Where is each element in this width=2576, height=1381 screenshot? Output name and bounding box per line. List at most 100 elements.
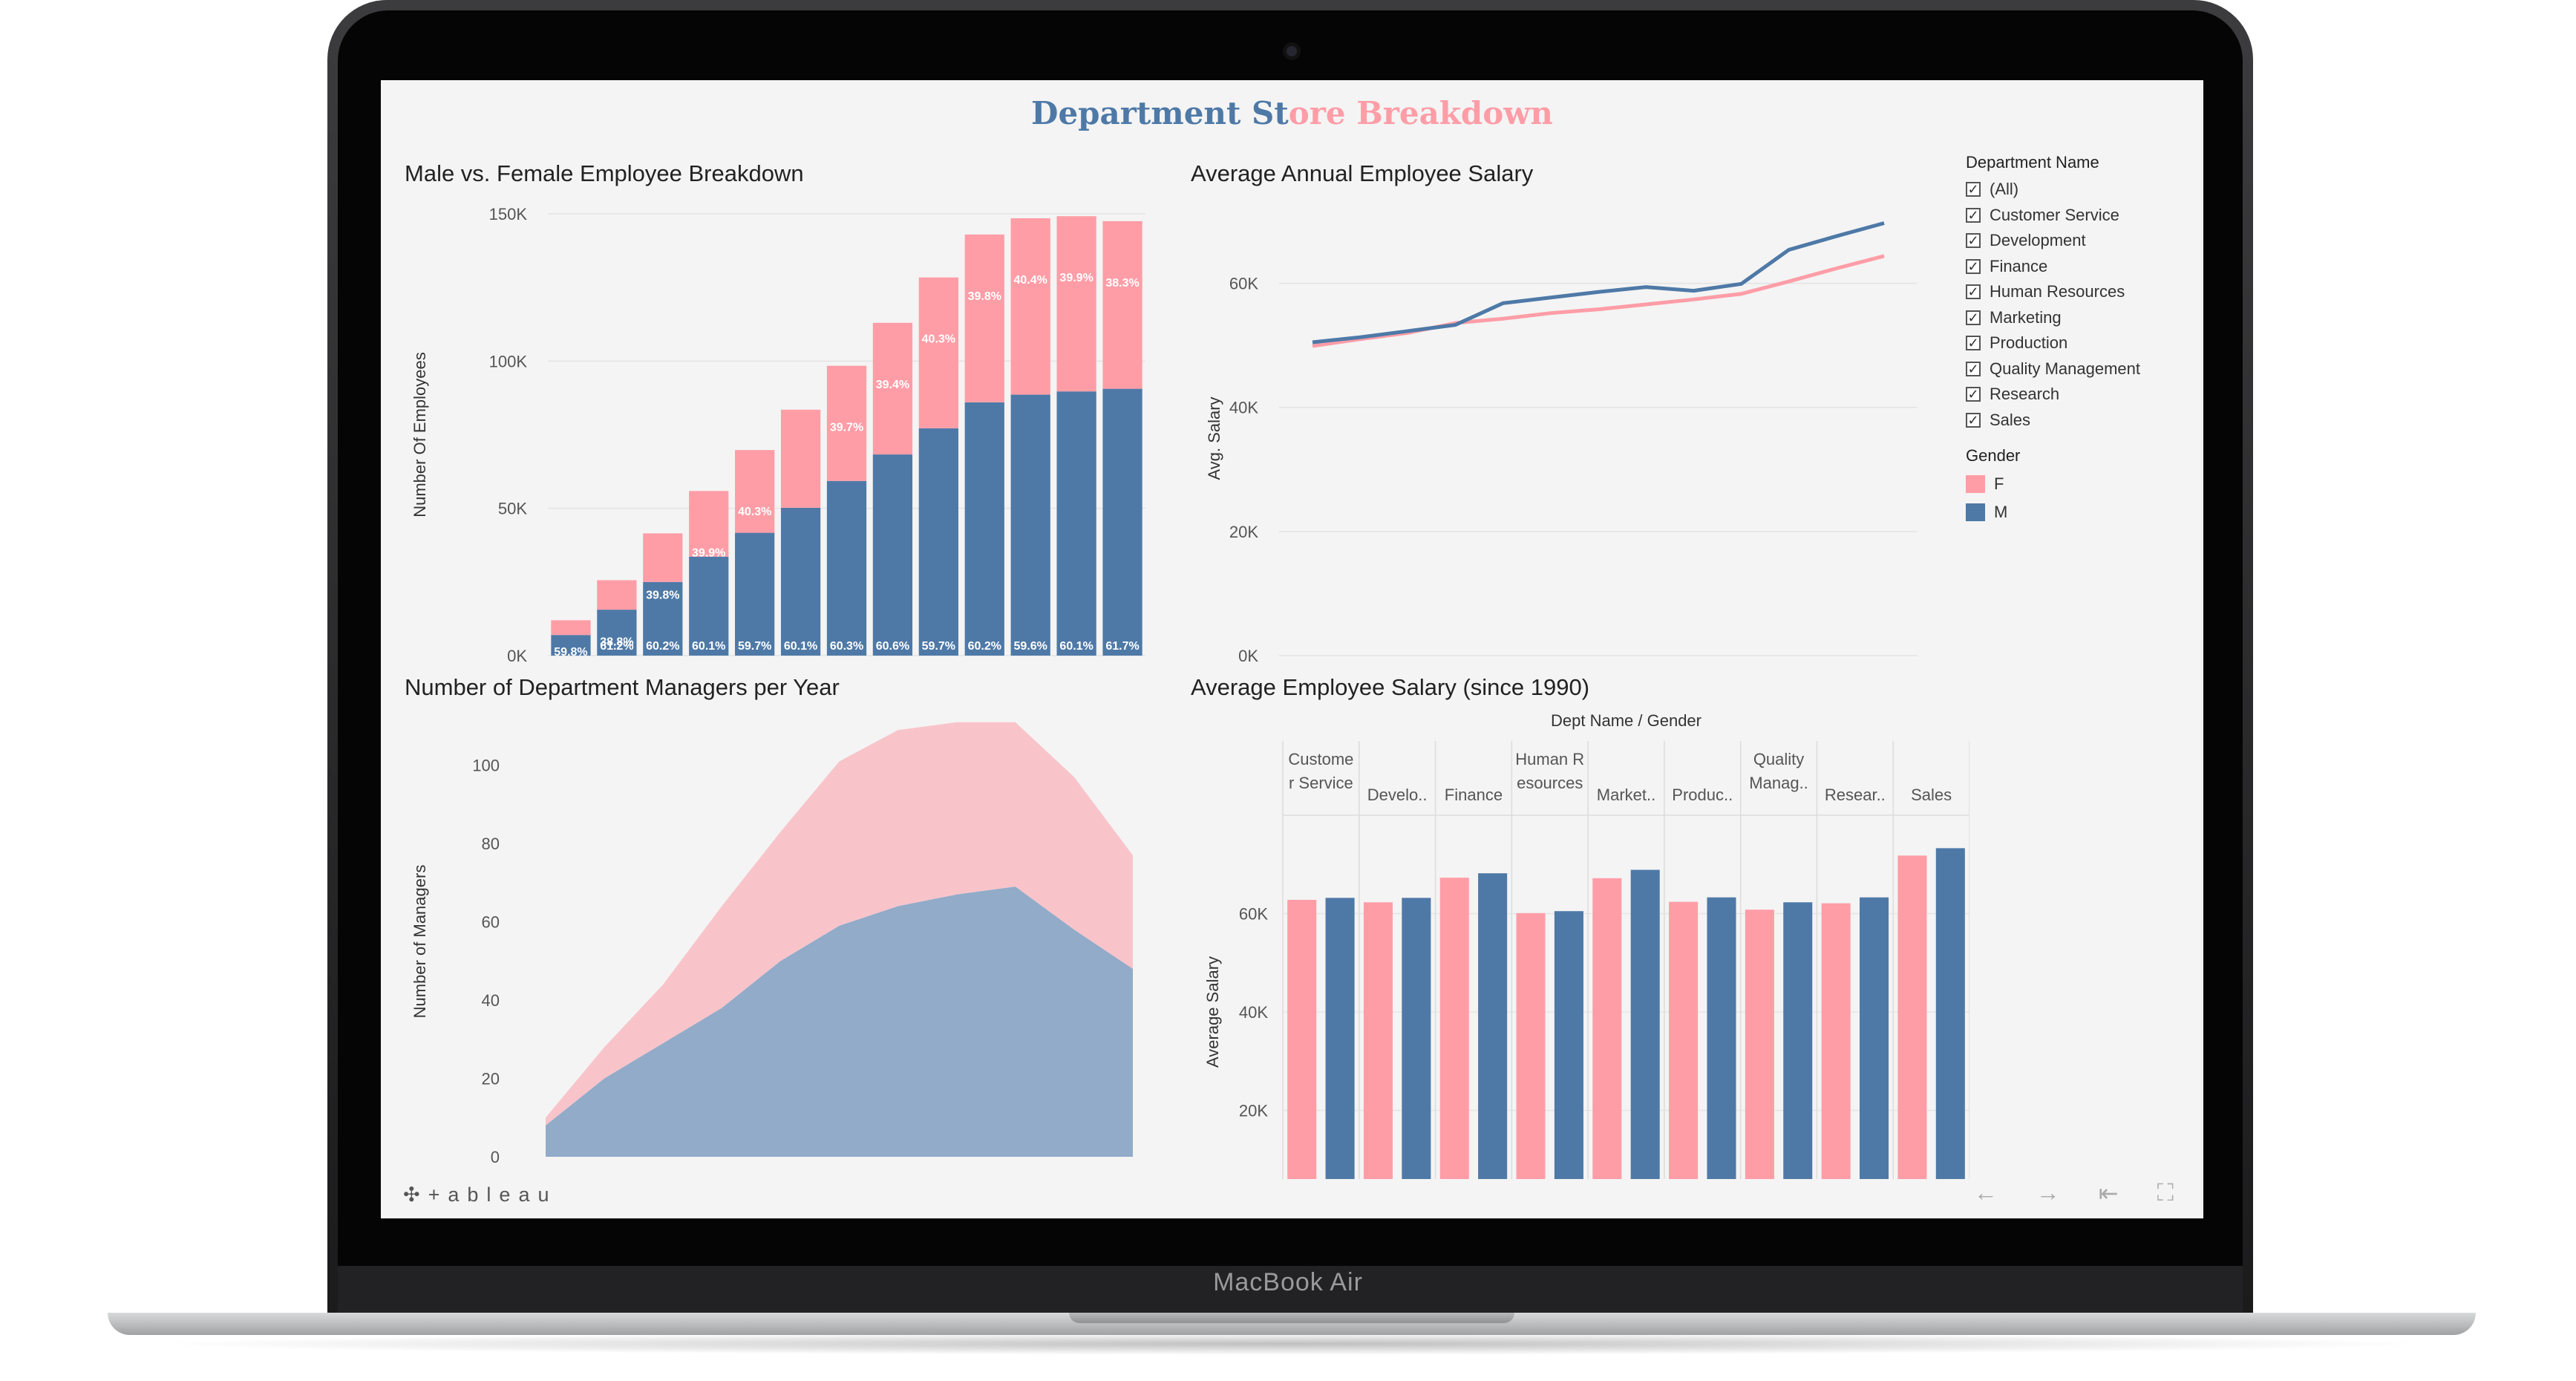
y-tick-label: 80 [482, 835, 500, 853]
camera-icon [1287, 46, 1297, 56]
dept-filter-item[interactable]: ✓ Quality Management [1966, 356, 2140, 382]
dept-header-label: Finance [1445, 786, 1503, 804]
bar-female [964, 234, 1004, 402]
bar-female [1897, 855, 1927, 1179]
line-series-m [1312, 221, 1885, 345]
gender-legend-item[interactable]: F [1966, 470, 2140, 498]
tableau-dashboard: Department Store Breakdown Male vs. Fema… [381, 80, 2203, 1218]
dept-filter-item[interactable]: ✓ Human Resources [1966, 279, 2140, 305]
dept-filter-item[interactable]: ✓ Customer Service [1966, 203, 2140, 229]
data-label: 60.1% [692, 640, 725, 653]
dept-filter-item[interactable]: ✓ Sales [1966, 408, 2140, 434]
dept-filter-item[interactable]: ✓ Production [1966, 330, 2140, 356]
checkbox-icon[interactable]: ✓ [1966, 284, 1981, 300]
y-tick-label: 0K [1238, 647, 1258, 665]
checkbox-icon[interactable]: ✓ [1966, 361, 1981, 376]
checkbox-icon[interactable]: ✓ [1966, 182, 1981, 197]
dept-salary-chart[interactable]: Dept Name / Gender0K20K40K60KCustomer Se… [1168, 704, 1969, 1179]
dept-filter-item[interactable]: ✓ Marketing [1966, 305, 2140, 331]
checkbox-icon[interactable]: ✓ [1966, 310, 1981, 325]
checkbox-icon[interactable]: ✓ [1966, 387, 1981, 402]
data-label: 40.3% [922, 333, 955, 346]
y-tick-label: 100 [472, 757, 500, 775]
checkbox-icon[interactable]: ✓ [1966, 207, 1981, 223]
bar-female [1516, 912, 1546, 1179]
managers-chart[interactable]: 0 20 40 60 80 100 1990 1991 1992 1993 1994 1995 1996… [381, 704, 1183, 1179]
dept-filter-label: Research [1990, 385, 2060, 404]
dept-filter-label: Marketing [1990, 307, 2062, 327]
x-tick-label: 1991 [586, 1178, 623, 1179]
dept-header-label: Sales [1911, 786, 1952, 804]
bar-female [735, 450, 775, 533]
dept-filter-list: ✓ (All) ✓ Customer Service ✓ Development ✓ Fina… [1966, 177, 2140, 433]
bar-male [918, 428, 958, 656]
dept-filter-item[interactable]: ✓ Development [1966, 228, 2140, 254]
data-label: 60.6% [876, 640, 909, 653]
laptop-notch [1069, 1313, 1514, 1323]
managers-title: Number of Department Managers per Year [405, 674, 840, 700]
bar-male [1478, 873, 1508, 1179]
dept-filter-label: Sales [1990, 410, 2031, 429]
filters-panel: Department Name ✓ (All) ✓ Customer Service ✓… [1966, 153, 2140, 526]
dept-filter-item[interactable]: ✓ Finance [1966, 254, 2140, 280]
bar-female [1439, 878, 1469, 1179]
bar-female [918, 277, 958, 428]
gender-breakdown-chart[interactable]: 0K50K100K150K59.8% 61.2%38.8% 60.2%39.8%60… [381, 192, 1183, 667]
tableau-logo-text: +ableau [428, 1184, 558, 1206]
gender-legend-item[interactable]: M [1966, 498, 2140, 526]
legend-swatch [1966, 475, 1985, 493]
bar-male [1860, 897, 1889, 1179]
data-label: 39.4% [876, 379, 909, 391]
bar-female [1745, 910, 1774, 1179]
tableau-logo[interactable]: ✣+ableau [403, 1184, 557, 1207]
bar-female [1287, 899, 1317, 1179]
checkbox-icon[interactable]: ✓ [1966, 336, 1981, 351]
dept-filter-label: Quality Management [1990, 359, 2140, 378]
data-label: 40.3% [738, 506, 771, 518]
data-label: 59.7% [738, 640, 771, 653]
data-label: 60.1% [1059, 640, 1093, 653]
x-tick-label: 1990 [528, 1178, 564, 1179]
y-tick-label: 20 [482, 1070, 500, 1088]
y-tick-label: 40K [1229, 399, 1258, 417]
device-label: MacBook Air [1213, 1268, 1363, 1296]
back-icon[interactable]: ← [1974, 1179, 1998, 1207]
x-tick-label: 1999 [1056, 1178, 1092, 1179]
bar-male [1010, 394, 1050, 656]
dept-filter-item[interactable]: ✓ Research [1966, 382, 2140, 408]
dept-filter-label: Customer Service [1990, 205, 2119, 224]
bar-female [1010, 218, 1050, 395]
checkbox-icon[interactable]: ✓ [1966, 233, 1981, 249]
bar-female [1056, 216, 1096, 392]
y-axis-title: Avg. Salary [1205, 396, 1223, 480]
gender-breakdown-title: Male vs. Female Employee Breakdown [405, 160, 804, 186]
bar-male [1783, 902, 1813, 1179]
dashboard-title-part-a: Department St [1031, 95, 1289, 131]
bar-female [1592, 878, 1622, 1179]
dept-filter-label: Finance [1990, 256, 2048, 275]
fullscreen-icon[interactable]: ⛶ [2157, 1179, 2174, 1207]
forward-icon[interactable]: → [2036, 1179, 2060, 1207]
y-tick-label: 150K [489, 205, 528, 223]
x-tick-label: 1998 [997, 1178, 1033, 1179]
y-axis-title: Number Of Employees [411, 352, 429, 518]
laptop-base-shadow [148, 1333, 2435, 1355]
bar-male [1102, 388, 1142, 656]
dept-header-label: Human R [1515, 750, 1584, 768]
avg-salary-chart[interactable]: 0K20K40K60K1990199219941996199820002002C… [1168, 192, 1955, 667]
data-label: 60.2% [968, 640, 1001, 653]
checkbox-icon[interactable]: ✓ [1966, 412, 1981, 428]
dept-header-label: Market.. [1597, 786, 1655, 804]
gender-legend-header: Gender [1966, 446, 2021, 465]
dept-filter-item[interactable]: ✓ (All) [1966, 177, 2140, 203]
dashboard-title: Department Store Breakdown [381, 95, 2203, 131]
checkbox-icon[interactable]: ✓ [1966, 258, 1981, 274]
dept-salary-title: Average Employee Salary (since 1990) [1191, 674, 1590, 700]
reset-icon[interactable]: ⇤ [2099, 1179, 2119, 1207]
dept-filter-label: Human Resources [1990, 282, 2125, 301]
data-label: 39.8% [646, 589, 679, 601]
data-label: 38.8% [600, 636, 633, 648]
dept-header-label: Quality [1753, 750, 1804, 768]
data-label: 39.8% [968, 290, 1001, 303]
dashboard-title-part-b: ore Breakdown [1288, 95, 1553, 131]
